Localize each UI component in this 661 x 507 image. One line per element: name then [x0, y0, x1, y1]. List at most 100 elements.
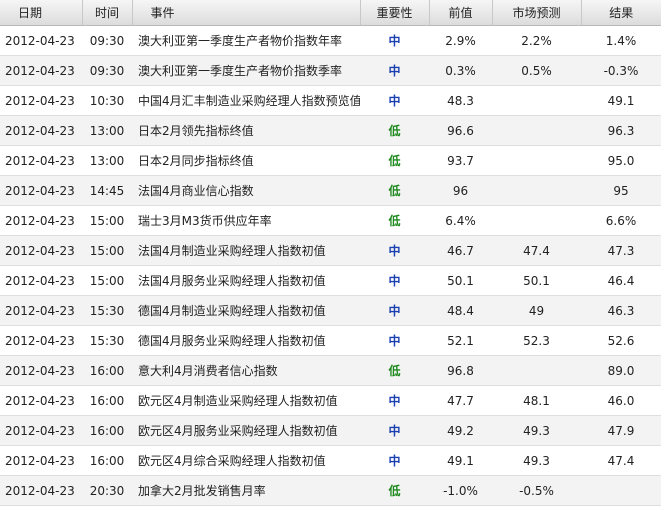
- cell-importance: 中: [360, 325, 429, 356]
- cell-date: 2012-04-23: [0, 115, 82, 146]
- cell-date: 2012-04-23: [0, 475, 82, 506]
- calendar-body: 2012-04-23 09:30 澳大利亚第一季度生产者物价指数年率中 2.9% 2.2…: [0, 25, 661, 506]
- cell-previous: 50.1: [429, 265, 492, 296]
- cell-forecast: 0.5%: [492, 55, 581, 86]
- cell-importance: 低: [360, 175, 429, 206]
- cell-event: 瑞士3月M3货币供应年率: [132, 205, 360, 236]
- cell-previous: 96.6: [429, 115, 492, 146]
- table-row: 2012-04-23 14:45 法国4月商业信心指数低 96 95: [0, 175, 661, 206]
- cell-event: 欧元区4月综合采购经理人指数初值: [132, 445, 360, 476]
- cell-previous: 0.3%: [429, 55, 492, 86]
- column-header-result: 结果: [581, 0, 661, 26]
- cell-result: 49.1: [581, 85, 661, 116]
- cell-time: 16:00: [82, 445, 132, 476]
- cell-importance: 中: [360, 415, 429, 446]
- cell-forecast: [492, 115, 581, 146]
- cell-date: 2012-04-23: [0, 25, 82, 56]
- cell-time: 09:30: [82, 25, 132, 56]
- cell-date: 2012-04-23: [0, 385, 82, 416]
- table-row: 2012-04-23 15:30 德国4月服务业采购经理人指数初值中 52.1 52.3…: [0, 325, 661, 356]
- cell-date: 2012-04-23: [0, 325, 82, 356]
- cell-importance: 低: [360, 115, 429, 146]
- cell-event: 日本2月领先指标终值: [132, 115, 360, 146]
- cell-time: 14:45: [82, 175, 132, 206]
- cell-importance: 中: [360, 235, 429, 266]
- cell-importance: 低: [360, 355, 429, 386]
- column-header-forecast: 市场预测: [492, 0, 582, 26]
- column-header-event: 事件: [132, 0, 361, 26]
- cell-event: 欧元区4月制造业采购经理人指数初值: [132, 385, 360, 416]
- cell-forecast: [492, 175, 581, 206]
- cell-result: 1.4%: [581, 25, 661, 56]
- cell-date: 2012-04-23: [0, 145, 82, 176]
- cell-forecast: [492, 145, 581, 176]
- cell-date: 2012-04-23: [0, 235, 82, 266]
- cell-time: 13:00: [82, 145, 132, 176]
- cell-result: 6.6%: [581, 205, 661, 236]
- cell-forecast: [492, 205, 581, 236]
- header-row: 日期 时间 事件 重要性 前值 市场预测 结果: [0, 0, 661, 26]
- cell-forecast: 49: [492, 295, 581, 326]
- cell-importance: 中: [360, 85, 429, 116]
- cell-forecast: 48.1: [492, 385, 581, 416]
- cell-time: 09:30: [82, 55, 132, 86]
- cell-previous: 47.7: [429, 385, 492, 416]
- cell-time: 15:30: [82, 325, 132, 356]
- cell-event: 德国4月服务业采购经理人指数初值: [132, 325, 360, 356]
- cell-previous: 46.7: [429, 235, 492, 266]
- cell-result: 96.3: [581, 115, 661, 146]
- calendar-header: 日期 时间 事件 重要性 前值 市场预测 结果: [0, 0, 661, 26]
- column-header-importance: 重要性: [360, 0, 430, 26]
- cell-forecast: 2.2%: [492, 25, 581, 56]
- cell-importance: 中: [360, 55, 429, 86]
- cell-result: 46.3: [581, 295, 661, 326]
- cell-forecast: 49.3: [492, 445, 581, 476]
- cell-forecast: 47.4: [492, 235, 581, 266]
- cell-previous: 52.1: [429, 325, 492, 356]
- cell-previous: 49.1: [429, 445, 492, 476]
- cell-result: 95.0: [581, 145, 661, 176]
- table-row: 2012-04-23 15:00 法国4月制造业采购经理人指数初值中 46.7 47.4…: [0, 235, 661, 266]
- cell-importance: 中: [360, 295, 429, 326]
- cell-date: 2012-04-23: [0, 295, 82, 326]
- table-row: 2012-04-23 16:00 欧元区4月制造业采购经理人指数初值中 47.7 48.…: [0, 385, 661, 416]
- cell-event: 加拿大2月批发销售月率: [132, 475, 360, 506]
- cell-result: 95: [581, 175, 661, 206]
- cell-date: 2012-04-23: [0, 55, 82, 86]
- cell-date: 2012-04-23: [0, 355, 82, 386]
- calendar-table: 日期 时间 事件 重要性 前值 市场预测 结果 2012-04-23 09:30 澳…: [0, 0, 661, 506]
- cell-previous: 96.8: [429, 355, 492, 386]
- cell-time: 15:00: [82, 205, 132, 236]
- table-row: 2012-04-23 13:00 日本2月同步指标终值低 93.7 95.0: [0, 145, 661, 176]
- cell-previous: -1.0%: [429, 475, 492, 506]
- cell-previous: 49.2: [429, 415, 492, 446]
- cell-result: 47.3: [581, 235, 661, 266]
- cell-result: 52.6: [581, 325, 661, 356]
- cell-result: 89.0: [581, 355, 661, 386]
- table-row: 2012-04-23 20:30 加拿大2月批发销售月率低 -1.0% -0.5%: [0, 475, 661, 506]
- table-row: 2012-04-23 16:00 意大利4月消费者信心指数低 96.8 89.0: [0, 355, 661, 386]
- cell-event: 澳大利亚第一季度生产者物价指数季率: [132, 55, 360, 86]
- cell-date: 2012-04-23: [0, 175, 82, 206]
- cell-importance: 低: [360, 145, 429, 176]
- cell-forecast: 50.1: [492, 265, 581, 296]
- table-row: 2012-04-23 10:30 中国4月汇丰制造业采购经理人指数预览值中 48.3 4…: [0, 85, 661, 116]
- cell-previous: 6.4%: [429, 205, 492, 236]
- column-header-time: 时间: [82, 0, 133, 26]
- cell-importance: 中: [360, 385, 429, 416]
- column-header-previous: 前值: [429, 0, 493, 26]
- cell-time: 16:00: [82, 355, 132, 386]
- column-header-date: 日期: [0, 0, 83, 26]
- cell-result: 46.4: [581, 265, 661, 296]
- cell-event: 意大利4月消费者信心指数: [132, 355, 360, 386]
- cell-importance: 中: [360, 445, 429, 476]
- cell-event: 法国4月服务业采购经理人指数初值: [132, 265, 360, 296]
- cell-forecast: 52.3: [492, 325, 581, 356]
- cell-time: 15:00: [82, 235, 132, 266]
- cell-previous: 93.7: [429, 145, 492, 176]
- cell-forecast: [492, 355, 581, 386]
- cell-time: 20:30: [82, 475, 132, 506]
- table-row: 2012-04-23 09:30 澳大利亚第一季度生产者物价指数年率中 2.9% 2.2…: [0, 25, 661, 56]
- cell-time: 15:30: [82, 295, 132, 326]
- cell-date: 2012-04-23: [0, 415, 82, 446]
